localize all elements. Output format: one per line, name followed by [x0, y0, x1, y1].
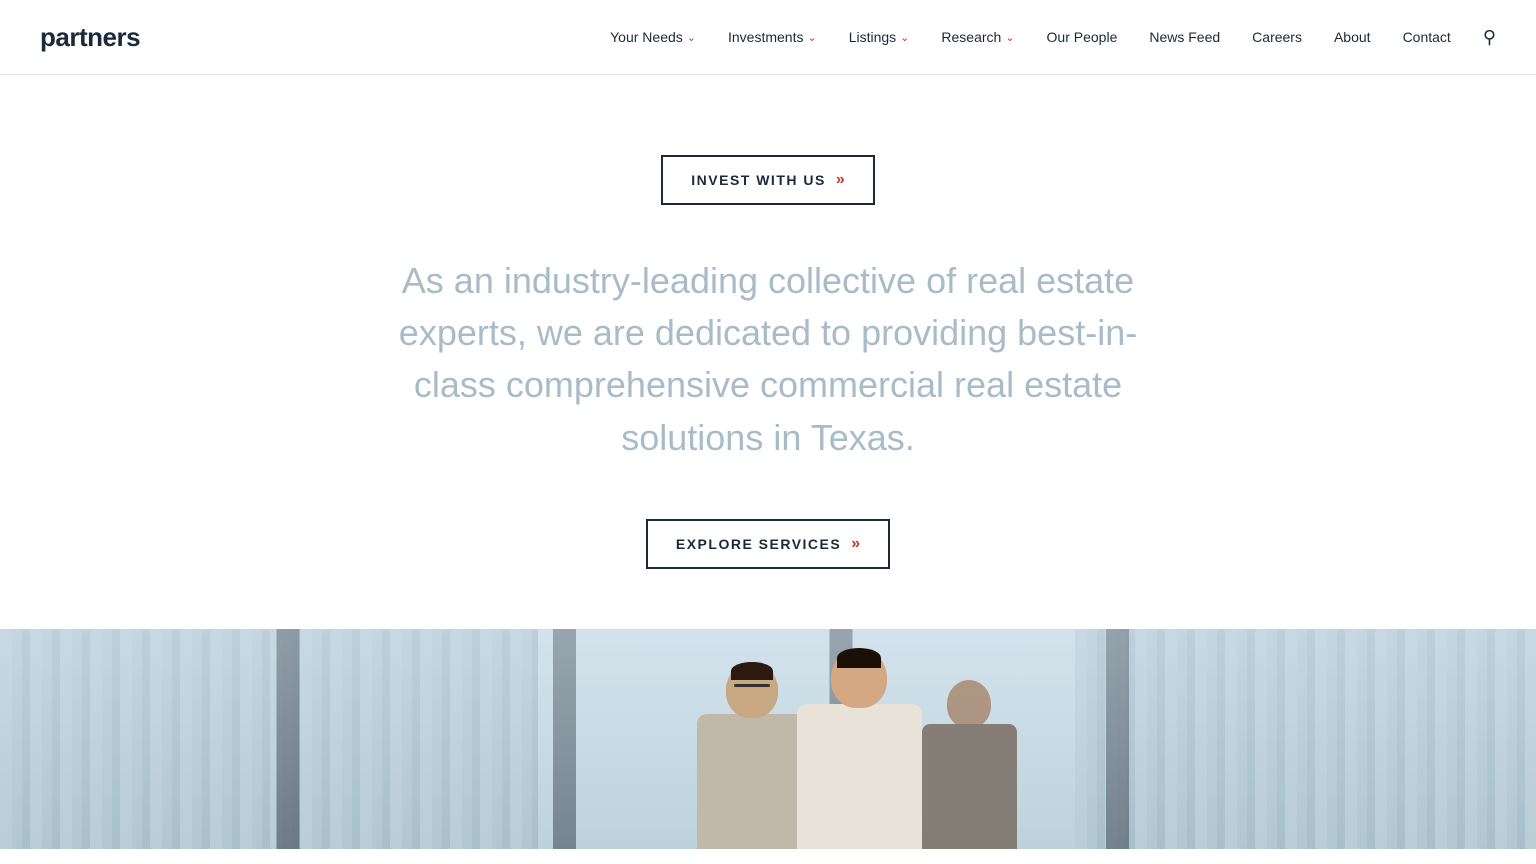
person-2-head [831, 648, 887, 708]
nav-label-careers: Careers [1252, 29, 1302, 45]
nav-item-about[interactable]: About [1334, 29, 1371, 45]
nav-item-your-needs[interactable]: Your Needs ⌄ [610, 29, 696, 45]
bottom-image-section [0, 629, 1536, 849]
hero-description: As an industry-leading collective of rea… [388, 255, 1148, 464]
header: partners Your Needs ⌄ Investments ⌄ List… [0, 0, 1536, 75]
nav-label-listings: Listings [849, 29, 896, 45]
chevron-down-icon: ⌄ [687, 31, 696, 44]
nav-label-about: About [1334, 29, 1371, 45]
explore-chevron-icon: » [851, 535, 860, 553]
explore-button-label: EXPLORE SERVICES [676, 536, 841, 552]
person-1-body [697, 714, 807, 849]
nav-item-listings[interactable]: Listings ⌄ [849, 29, 910, 45]
person-3-head [947, 680, 991, 728]
person-1-head [726, 662, 778, 718]
person-1 [697, 662, 807, 849]
nav-label-your-needs: Your Needs [610, 29, 683, 45]
chevron-down-icon: ⌄ [900, 31, 909, 44]
person-2-body [797, 704, 922, 849]
people-area [507, 629, 1207, 849]
person-3-body [922, 724, 1017, 849]
search-icon[interactable]: ⚲ [1483, 27, 1496, 48]
nav-item-contact[interactable]: Contact [1403, 29, 1451, 45]
chevron-down-icon: ⌄ [1005, 31, 1014, 44]
nav-label-research: Research [941, 29, 1001, 45]
nav-label-investments: Investments [728, 29, 803, 45]
nav-label-contact: Contact [1403, 29, 1451, 45]
main-nav: Your Needs ⌄ Investments ⌄ Listings ⌄ Re… [610, 27, 1496, 48]
nav-item-our-people[interactable]: Our People [1047, 29, 1118, 45]
person-1-glasses [734, 684, 770, 687]
nav-item-news-feed[interactable]: News Feed [1149, 29, 1220, 45]
logo[interactable]: partners [40, 22, 140, 53]
explore-services-button[interactable]: EXPLORE SERVICES » [646, 519, 890, 569]
invest-button-label: INVEST WITH US [691, 172, 826, 188]
nav-item-investments[interactable]: Investments ⌄ [728, 29, 817, 45]
main-content: INVEST WITH US » As an industry-leading … [0, 75, 1536, 629]
nav-label-news-feed: News Feed [1149, 29, 1220, 45]
person-2-hair [837, 648, 881, 668]
nav-item-research[interactable]: Research ⌄ [941, 29, 1014, 45]
logo-text: partners [40, 22, 140, 52]
nav-item-careers[interactable]: Careers [1252, 29, 1302, 45]
nav-label-our-people: Our People [1047, 29, 1118, 45]
person-2 [797, 648, 922, 849]
person-1-hair [731, 662, 773, 680]
chevron-down-icon: ⌄ [807, 31, 816, 44]
invest-with-us-button[interactable]: INVEST WITH US » [661, 155, 874, 205]
person-3 [922, 680, 1017, 849]
invest-chevron-icon: » [836, 171, 845, 189]
